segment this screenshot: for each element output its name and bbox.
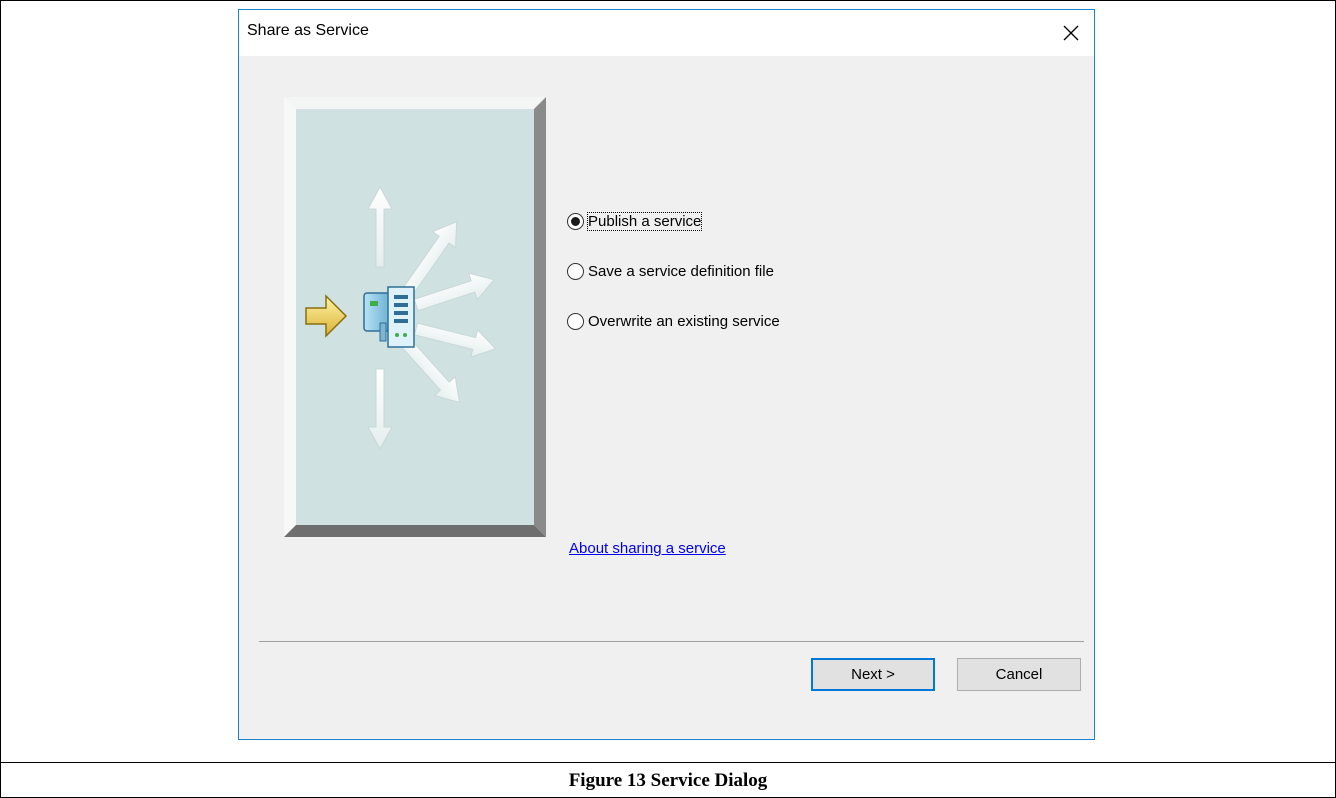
option-save-service-definition[interactable]: Save a service definition file xyxy=(567,258,780,284)
option-label: Overwrite an existing service xyxy=(588,312,780,330)
close-icon xyxy=(1063,25,1079,41)
option-publish-service[interactable]: Publish a service xyxy=(567,208,780,234)
option-label: Save a service definition file xyxy=(588,262,774,280)
radio-publish-service[interactable] xyxy=(567,212,584,230)
radio-save-service-definition[interactable] xyxy=(567,262,584,280)
option-label: Publish a service xyxy=(586,211,703,231)
option-overwrite-service[interactable]: Overwrite an existing service xyxy=(567,308,780,334)
about-sharing-link[interactable]: About sharing a service xyxy=(569,540,726,557)
close-button[interactable] xyxy=(1048,10,1094,56)
service-options-group: Publish a service Save a service definit… xyxy=(567,208,780,358)
dialog-title: Share as Service xyxy=(247,22,369,39)
figure-caption: Figure 13 Service Dialog xyxy=(568,769,768,791)
share-as-service-dialog: Share as Service Publish a service Save … xyxy=(238,9,1095,740)
dialog-titlebar: Share as Service xyxy=(239,10,1094,56)
publish-service-wizard-graphic xyxy=(284,97,546,537)
radio-overwrite-service[interactable] xyxy=(567,312,584,330)
dialog-separator xyxy=(259,641,1084,642)
next-button[interactable]: Next > xyxy=(811,658,935,691)
cancel-button[interactable]: Cancel xyxy=(957,658,1081,691)
